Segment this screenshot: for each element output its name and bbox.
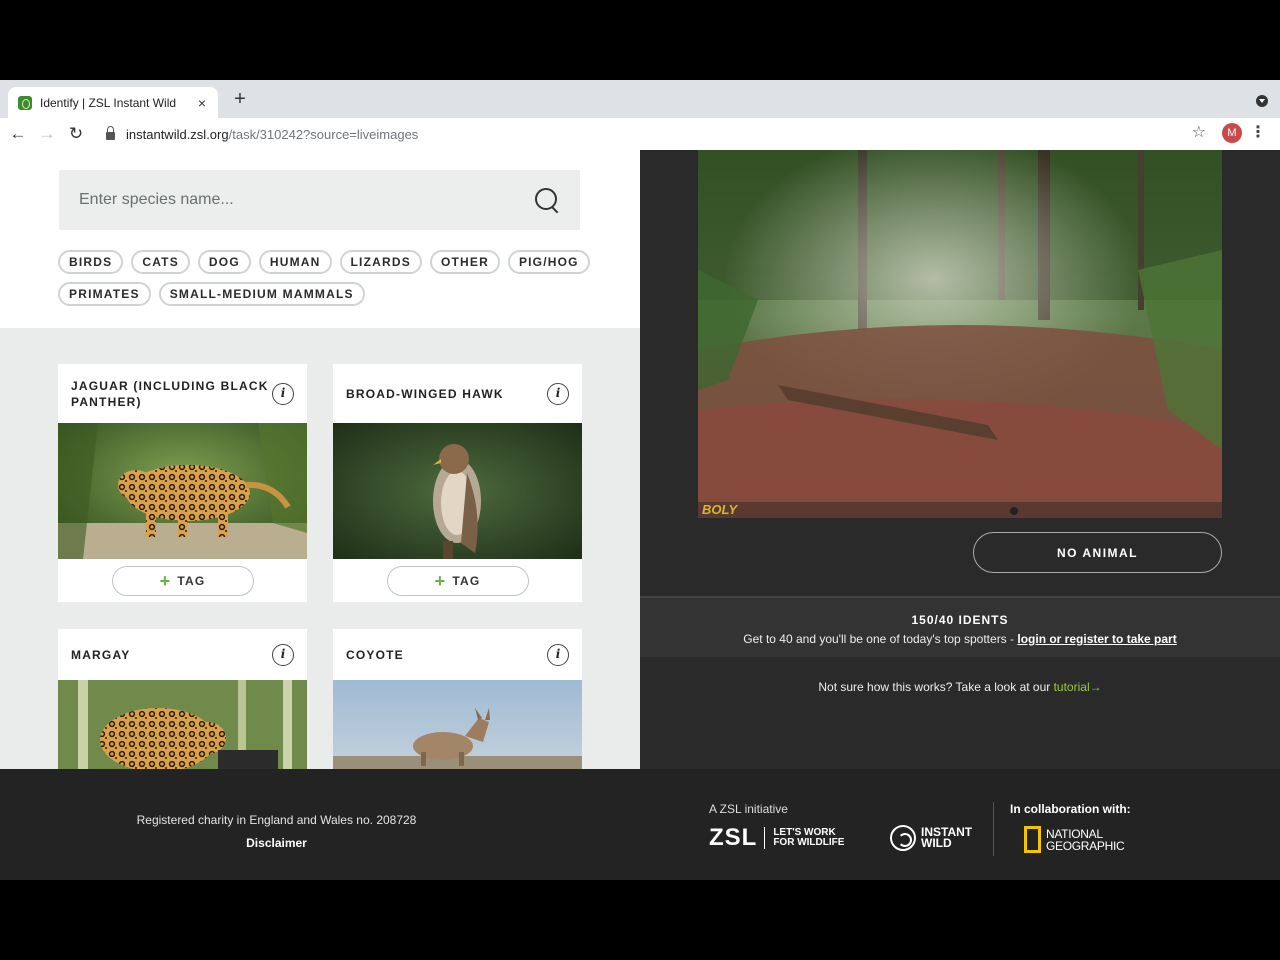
plus-icon: + [434, 570, 447, 591]
card-footer: + TAG [333, 559, 582, 602]
filter-chip-birds[interactable]: BIRDS [58, 250, 124, 274]
species-card-margay: MARGAY i [58, 629, 307, 769]
camera-panel: BOLY NO ANIMAL 150/40 IDENTS Get to 40 a… [640, 150, 1280, 769]
filter-chip-primates[interactable]: PRIMATES [58, 282, 151, 306]
collaboration-label: In collaboration with: [1010, 802, 1131, 816]
iw-line-2: WILD [921, 836, 952, 850]
idents-message: Get to 40 and you'll be one of today's t… [640, 632, 1280, 646]
natgeo-frame-icon [1024, 826, 1041, 853]
card-header: COYOTE i [333, 629, 582, 680]
tab-search-icon[interactable] [1256, 95, 1268, 107]
arrow-right-icon: → [1089, 680, 1102, 694]
species-card-jaguar: JAGUAR (INCLUDING BLACK PANTHER) i + TAG [58, 364, 307, 602]
lock-icon [106, 126, 115, 140]
card-header: BROAD-WINGED HAWK i [333, 364, 582, 423]
camera-trap-photo: BOLY [698, 150, 1222, 518]
card-title: COYOTE [346, 647, 404, 662]
tag-label: TAG [452, 573, 481, 588]
browser-chrome: Identify | ZSL Instant Wild × + ← → ↻ in… [0, 80, 1280, 150]
instant-wild-wordmark: INSTANT WILD [921, 826, 972, 850]
species-search-input[interactable] [79, 191, 534, 209]
species-panel: BIRDS CATS DOG HUMAN LIZARDS OTHER PIG/H… [0, 150, 640, 769]
natgeo-wordmark: NATIONAL GEOGRAPHIC [1046, 828, 1125, 853]
idents-text: Get to 40 and you'll be one of today's t… [743, 632, 1018, 646]
info-icon[interactable]: i [272, 382, 294, 405]
filter-chip-cats[interactable]: CATS [131, 250, 190, 274]
species-search-box[interactable] [59, 170, 580, 230]
url-path: /task/310242?source=liveimages [228, 126, 419, 142]
tag-button-jaguar[interactable]: + TAG [111, 565, 254, 596]
new-tab-button[interactable]: + [230, 89, 250, 109]
browser-tab[interactable]: Identify | ZSL Instant Wild × [8, 87, 218, 118]
card-title: BROAD-WINGED HAWK [346, 386, 504, 401]
site-footer: Registered charity in England and Wales … [0, 769, 1280, 880]
tutorial-link[interactable]: tutorial→ [1054, 680, 1102, 694]
info-icon[interactable]: i [272, 643, 294, 666]
filter-chip-other[interactable]: OTHER [429, 250, 500, 274]
info-icon[interactable]: i [547, 643, 569, 666]
tutorial-text: Not sure how this works? Take a look at … [818, 680, 1054, 694]
hawk-photo [333, 423, 582, 559]
species-card-broad-winged-hawk: BROAD-WINGED HAWK i + TAG [333, 364, 582, 602]
login-register-link[interactable]: login or register to take part [1017, 632, 1176, 646]
footer-divider [993, 802, 994, 856]
filter-chip-dog[interactable]: DOG [197, 250, 251, 274]
national-geographic-logo[interactable]: NATIONAL GEOGRAPHIC [1024, 826, 1125, 853]
reload-button[interactable]: ↻ [64, 122, 88, 146]
zsl-divider [764, 827, 766, 849]
tutorial-prompt: Not sure how this works? Take a look at … [640, 680, 1280, 694]
no-animal-button[interactable]: NO ANIMAL [973, 532, 1222, 573]
zsl-wordmark: ZSL [709, 824, 758, 851]
boly-brand-mark: BOLY [702, 502, 738, 517]
zsl-favicon-icon [18, 95, 32, 110]
idents-bar: 150/40 IDENTS Get to 40 and you'll be on… [640, 596, 1280, 657]
initiative-label: A ZSL initiative [709, 802, 788, 816]
natgeo-line-2: GEOGRAPHIC [1046, 838, 1125, 853]
url-host: instantwild.zsl.org [126, 126, 229, 142]
address-bar[interactable]: instantwild.zsl.org/task/310242?source=l… [96, 120, 1212, 148]
instant-wild-logo[interactable]: INSTANT WILD [890, 825, 972, 851]
screen: Identify | ZSL Instant Wild × + ← → ↻ in… [0, 0, 1280, 960]
forward-button[interactable]: → [35, 122, 59, 146]
margay-photo [58, 680, 307, 769]
jaguar-photo [58, 423, 307, 559]
card-footer: + TAG [58, 559, 307, 602]
plus-icon: + [159, 570, 172, 591]
charity-notice: Registered charity in England and Wales … [136, 813, 417, 827]
filter-chip-small-medium-mammals[interactable]: SMALL-MEDIUM MAMMALS [158, 282, 365, 306]
instant-wild-icon [890, 825, 916, 851]
disclaimer-link[interactable]: Disclaimer [0, 836, 553, 850]
card-title: JAGUAR (INCLUDING BLACK PANTHER) [71, 378, 269, 409]
info-icon[interactable]: i [547, 382, 569, 405]
tab-close-icon[interactable]: × [194, 95, 210, 111]
search-area: BIRDS CATS DOG HUMAN LIZARDS OTHER PIG/H… [0, 150, 640, 328]
coyote-photo [333, 680, 582, 769]
back-button[interactable]: ← [6, 122, 30, 146]
zsl-tagline: LET'S WORK FOR WILDLIFE [773, 828, 844, 848]
category-filters: BIRDS CATS DOG HUMAN LIZARDS OTHER PIG/H… [58, 250, 598, 306]
tab-strip: Identify | ZSL Instant Wild × + [0, 80, 1280, 118]
species-card-coyote: COYOTE i [333, 629, 582, 769]
filter-chip-lizards[interactable]: LIZARDS [339, 250, 422, 274]
zsl-logo[interactable]: ZSL LET'S WORK FOR WILDLIFE [709, 824, 844, 852]
tab-title: Identify | ZSL Instant Wild [40, 95, 177, 110]
zsl-tagline-2: FOR WILDLIFE [773, 837, 845, 848]
filter-chip-human[interactable]: HUMAN [258, 250, 332, 274]
tutorial-link-label: tutorial [1053, 680, 1090, 694]
tag-label: TAG [177, 573, 206, 588]
search-icon[interactable] [534, 187, 560, 213]
bookmark-star-icon[interactable]: ☆ [1192, 122, 1206, 142]
tag-button-broad-winged-hawk[interactable]: + TAG [386, 565, 529, 596]
browser-menu-icon[interactable]: ⋮ [1250, 122, 1266, 142]
card-header: JAGUAR (INCLUDING BLACK PANTHER) i [58, 364, 307, 423]
idents-count: 150/40 IDENTS [911, 613, 1009, 627]
filter-chip-pig-hog[interactable]: PIG/HOG [507, 250, 590, 274]
profile-avatar[interactable]: M [1222, 123, 1242, 143]
browser-toolbar: ← → ↻ instantwild.zsl.org/task/310242?so… [0, 118, 1280, 150]
card-header: MARGAY i [58, 629, 307, 680]
page: BIRDS CATS DOG HUMAN LIZARDS OTHER PIG/H… [0, 150, 1280, 880]
card-title: MARGAY [71, 647, 131, 662]
